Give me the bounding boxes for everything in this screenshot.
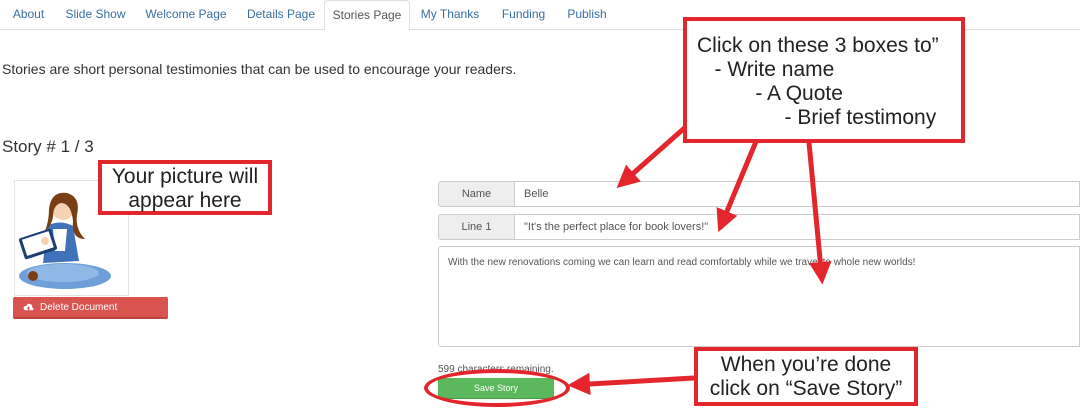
annotation-done-line: click on “Save Story” — [709, 377, 903, 400]
annotation-picture-line: Your picture will — [111, 165, 259, 188]
annotation-click-line: Click on these 3 boxes to” — [697, 34, 939, 57]
arrow-to-save — [567, 372, 695, 396]
annotation-done-line: When you’re done — [720, 353, 892, 376]
annotation-picture: Your picture will appear here — [98, 160, 272, 215]
annotation-picture-line: appear here — [128, 189, 242, 212]
arrow-to-testimony — [805, 131, 832, 285]
annotation-click-line: - Brief testimony — [697, 106, 937, 129]
annotation-click-line: - A Quote — [697, 82, 843, 105]
annotation-click-line: - Write name — [697, 58, 835, 81]
annotation-done: When you’re done click on “Save Story” — [694, 347, 918, 406]
annotation-click-boxes: Click on these 3 boxes to” - Write name … — [683, 17, 965, 143]
